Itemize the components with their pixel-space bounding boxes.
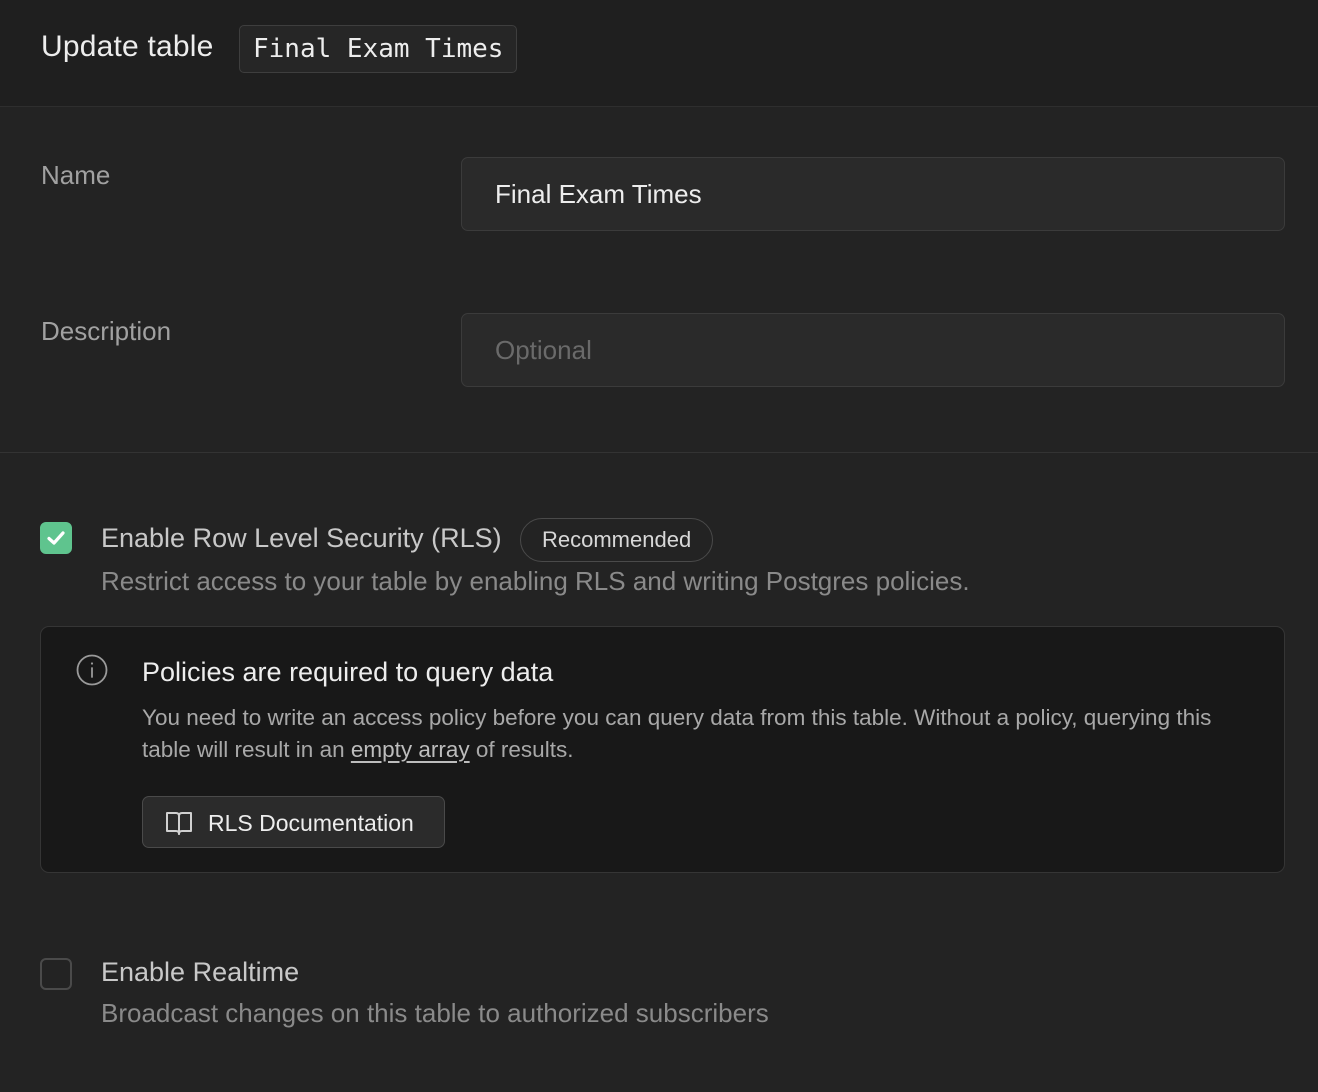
description-label: Description [41, 316, 172, 346]
alert-body-text: You need to write an access policy befor… [142, 705, 1212, 762]
info-icon [76, 654, 108, 686]
panel-header: Update table Final Exam Times [0, 0, 1318, 107]
description-input[interactable] [461, 313, 1285, 387]
table-name-code: Final Exam Times [239, 25, 518, 73]
recommended-badge: Recommended [520, 518, 714, 562]
rls-description: Restrict access to your table by enablin… [101, 566, 970, 596]
panel-title: Update table [41, 30, 214, 63]
policies-alert: Policies are required to query data You … [40, 626, 1285, 873]
name-label: Name [41, 160, 111, 190]
alert-body-end: of results. [469, 737, 574, 762]
alert-title: Policies are required to query data [142, 657, 554, 687]
checkmark-icon [47, 531, 65, 545]
book-icon [166, 812, 192, 835]
realtime-description: Broadcast changes on this table to autho… [101, 998, 769, 1028]
realtime-checkbox[interactable] [40, 958, 72, 990]
rls-documentation-button[interactable]: RLS Documentation [142, 796, 445, 848]
rls-title: Enable Row Level Security (RLS) [101, 523, 502, 553]
realtime-title: Enable Realtime [101, 957, 300, 987]
name-input[interactable] [461, 157, 1285, 231]
alert-body: You need to write an access policy befor… [142, 702, 1222, 766]
section-divider [0, 452, 1318, 453]
empty-array-link[interactable]: empty array [351, 737, 470, 762]
rls-documentation-label: RLS Documentation [208, 810, 414, 836]
rls-checkbox[interactable] [40, 522, 72, 554]
